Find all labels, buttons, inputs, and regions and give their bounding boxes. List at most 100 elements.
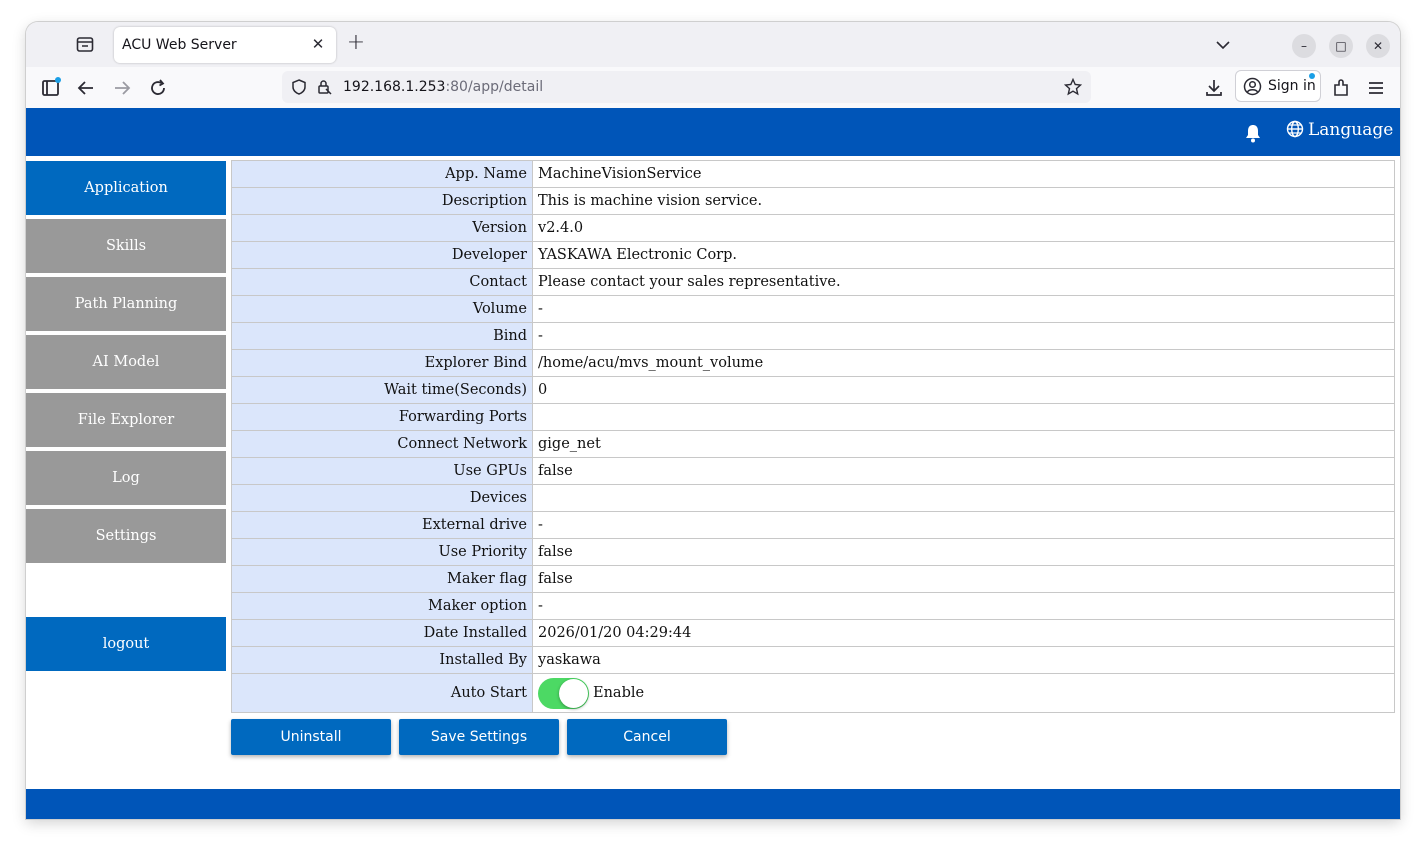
- field-value: MachineVisionService: [532, 160, 1395, 188]
- app-detail-table: App. Name MachineVisionService Descriptio…: [231, 160, 1395, 713]
- sidebar-item-application[interactable]: Application: [26, 161, 226, 215]
- shield-icon[interactable]: [290, 78, 308, 100]
- table-row: Installed By yaskawa: [231, 646, 1395, 674]
- lock-icon[interactable]: [315, 78, 333, 100]
- sidebar-item-file-explorer[interactable]: File Explorer: [26, 393, 226, 447]
- reload-icon[interactable]: [147, 77, 169, 99]
- field-value: YASKAWA Electronic Corp.: [532, 241, 1395, 269]
- cancel-button[interactable]: Cancel: [567, 719, 727, 755]
- table-row: App. Name MachineVisionService: [231, 160, 1395, 188]
- tab-title: ACU Web Server: [122, 37, 237, 53]
- sidebar-item-skills[interactable]: Skills: [26, 219, 226, 273]
- save-settings-button[interactable]: Save Settings: [399, 719, 559, 755]
- sidebar-item-settings[interactable]: Settings: [26, 509, 226, 563]
- field-value: -: [532, 511, 1395, 539]
- sign-in-label: Sign in: [1268, 78, 1316, 94]
- auto-start-toggle-label: Enable: [593, 685, 645, 701]
- field-value: -: [532, 322, 1395, 350]
- table-row-auto-start: Auto Start Enable: [231, 673, 1395, 713]
- window-close-button[interactable]: ✕: [1366, 34, 1390, 58]
- auto-start-label: Auto Start: [231, 673, 533, 713]
- chevron-down-icon[interactable]: [1213, 35, 1233, 55]
- field-value: /home/acu/mvs_mount_volume: [532, 349, 1395, 377]
- field-value: 0: [532, 376, 1395, 404]
- field-label: Contact: [231, 268, 533, 296]
- field-value: [532, 484, 1395, 512]
- sidebar-item-path-planning[interactable]: Path Planning: [26, 277, 226, 331]
- field-label: Forwarding Ports: [231, 403, 533, 431]
- globe-icon: [1286, 120, 1304, 138]
- field-value: 2026/01/20 04:29:44: [532, 619, 1395, 647]
- table-row: Forwarding Ports: [231, 403, 1395, 431]
- app-header: Language: [26, 108, 1400, 156]
- auto-start-toggle[interactable]: [538, 677, 589, 709]
- table-row: Date Installed 2026/01/20 04:29:44: [231, 619, 1395, 647]
- field-label: Wait time(Seconds): [231, 376, 533, 404]
- uninstall-button[interactable]: Uninstall: [231, 719, 391, 755]
- language-menu[interactable]: Language: [1286, 120, 1393, 140]
- maximize-button[interactable]: □: [1329, 34, 1353, 58]
- table-row: Maker flag false: [231, 565, 1395, 593]
- tab-overview-icon[interactable]: [76, 36, 94, 53]
- table-row: Use Priority false: [231, 538, 1395, 566]
- extensions-icon[interactable]: [1330, 77, 1352, 99]
- table-row: Contact Please contact your sales represe…: [231, 268, 1395, 296]
- account-icon: [1243, 77, 1262, 100]
- url-text[interactable]: 192.168.1.253:80/app/detail: [343, 79, 543, 95]
- table-row: Use GPUs false: [231, 457, 1395, 485]
- tab-strip: ACU Web Server ✕ + – □ ✕: [26, 22, 1400, 67]
- field-label: Maker option: [231, 592, 533, 620]
- table-row: Wait time(Seconds) 0: [231, 376, 1395, 404]
- language-label: Language: [1308, 120, 1394, 140]
- field-label: Developer: [231, 241, 533, 269]
- field-label: App. Name: [231, 160, 533, 188]
- menu-icon[interactable]: [1365, 77, 1387, 99]
- sign-in-button[interactable]: Sign in: [1235, 70, 1321, 102]
- minimize-button[interactable]: –: [1292, 34, 1316, 58]
- field-label: Bind: [231, 322, 533, 350]
- forward-arrow-icon: [111, 77, 133, 99]
- table-row: Maker option -: [231, 592, 1395, 620]
- field-label: Explorer Bind: [231, 349, 533, 377]
- field-value: false: [532, 538, 1395, 566]
- auto-start-value: Enable: [532, 673, 1395, 713]
- app-footer: [26, 789, 1400, 819]
- field-label: Volume: [231, 295, 533, 323]
- table-row: External drive -: [231, 511, 1395, 539]
- close-icon[interactable]: ✕: [308, 34, 328, 54]
- field-value: false: [532, 457, 1395, 485]
- field-label: Use Priority: [231, 538, 533, 566]
- table-row: Volume -: [231, 295, 1395, 323]
- logout-button[interactable]: logout: [26, 617, 226, 671]
- field-label: Installed By: [231, 646, 533, 674]
- table-row: Explorer Bind/home/acu/mvs_mount_volume: [231, 349, 1395, 377]
- table-row: Devices: [231, 484, 1395, 512]
- field-label: Description: [231, 187, 533, 215]
- table-row: Connect Network gige_net: [231, 430, 1395, 458]
- field-value: Please contact your sales representative…: [532, 268, 1395, 296]
- address-bar[interactable]: 192.168.1.253:80/app/detail: [282, 71, 1091, 103]
- field-value: [532, 403, 1395, 431]
- browser-tab[interactable]: ACU Web Server ✕: [114, 27, 336, 63]
- new-tab-button[interactable]: +: [345, 32, 367, 55]
- field-label: Maker flag: [231, 565, 533, 593]
- field-value: yaskawa: [532, 646, 1395, 674]
- sidebar-item-log[interactable]: Log: [26, 451, 226, 505]
- field-label: External drive: [231, 511, 533, 539]
- bell-icon[interactable]: [1243, 123, 1263, 143]
- field-label: Date Installed: [231, 619, 533, 647]
- download-icon[interactable]: [1203, 77, 1225, 99]
- field-value: -: [532, 295, 1395, 323]
- sidebar-item-ai-model[interactable]: AI Model: [26, 335, 226, 389]
- table-row: Developer YASKAWA Electronic Corp.: [231, 241, 1395, 269]
- field-value: gige_net: [532, 430, 1395, 458]
- bookmark-star-icon[interactable]: [1063, 77, 1083, 100]
- field-value: -: [532, 592, 1395, 620]
- navigation-bar: 192.168.1.253:80/app/detail Sign in: [26, 67, 1400, 108]
- field-value: This is machine vision service.: [532, 187, 1395, 215]
- field-label: Use GPUs: [231, 457, 533, 485]
- back-arrow-icon[interactable]: [75, 77, 97, 99]
- table-row: Description This is machine vision servic…: [231, 187, 1395, 215]
- browser-window: ACU Web Server ✕ + – □ ✕ 192.168.1.253:8…: [26, 22, 1400, 819]
- sidebar-toggle-icon[interactable]: [40, 77, 62, 99]
